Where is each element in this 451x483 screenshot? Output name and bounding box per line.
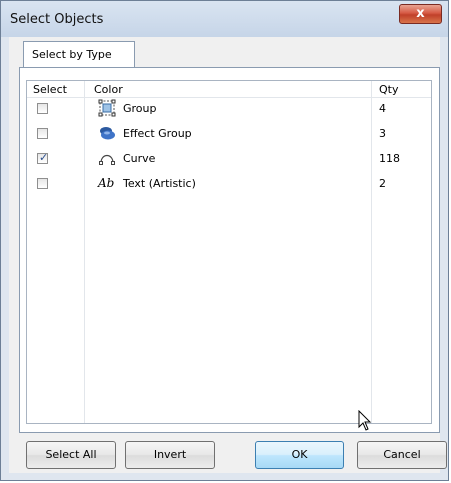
- list-item-effect-group[interactable]: Effect Group 3: [27, 123, 431, 148]
- group-icon: [98, 99, 116, 117]
- select-checkbox[interactable]: [37, 128, 48, 139]
- dialog-body: Select by Type Select Color Qty Group 4 …: [9, 37, 447, 473]
- select-objects-dialog: Select Objects x Select by Type Select C…: [0, 0, 449, 481]
- tab-select-by-type[interactable]: Select by Type: [23, 41, 135, 67]
- artistic-text-icon: Ab: [98, 176, 115, 190]
- select-checkbox[interactable]: ✓: [37, 151, 49, 164]
- window-title: Select Objects: [10, 12, 104, 27]
- curve-icon: [99, 154, 115, 165]
- object-type-list: Select Color Qty Group 4 Effect Group 3 …: [26, 80, 432, 424]
- column-header-qty[interactable]: Qty: [379, 83, 398, 96]
- select-checkbox[interactable]: [37, 178, 48, 189]
- column-header-color[interactable]: Color: [94, 83, 123, 96]
- list-item-curve[interactable]: ✓ Curve 118: [27, 148, 431, 173]
- check-mark-icon: ✓: [39, 151, 49, 164]
- object-type-label: Group: [123, 102, 157, 115]
- object-qty: 118: [379, 152, 400, 165]
- tab-panel: Select Color Qty Group 4 Effect Group 3 …: [19, 67, 440, 433]
- list-item-text-artistic[interactable]: Ab Text (Artistic) 2: [27, 173, 431, 198]
- select-all-button[interactable]: Select All: [26, 441, 116, 469]
- column-header-select[interactable]: Select: [33, 83, 67, 96]
- title-bar[interactable]: Select Objects x: [1, 1, 448, 37]
- object-type-label: Effect Group: [123, 127, 192, 140]
- object-qty: 4: [379, 102, 386, 115]
- close-icon: x: [416, 6, 425, 21]
- object-type-label: Text (Artistic): [123, 177, 196, 190]
- list-item-group[interactable]: Group 4: [27, 98, 431, 123]
- cancel-button[interactable]: Cancel: [357, 441, 447, 469]
- select-checkbox[interactable]: [37, 103, 48, 114]
- object-qty: 3: [379, 127, 386, 140]
- ok-button[interactable]: OK: [255, 441, 344, 469]
- close-button[interactable]: x: [399, 4, 442, 24]
- effect-group-icon: [100, 127, 115, 140]
- invert-button[interactable]: Invert: [125, 441, 215, 469]
- object-type-label: Curve: [123, 152, 156, 165]
- list-header: Select Color Qty: [27, 81, 431, 98]
- mouse-cursor-icon: [358, 410, 372, 431]
- object-qty: 2: [379, 177, 386, 190]
